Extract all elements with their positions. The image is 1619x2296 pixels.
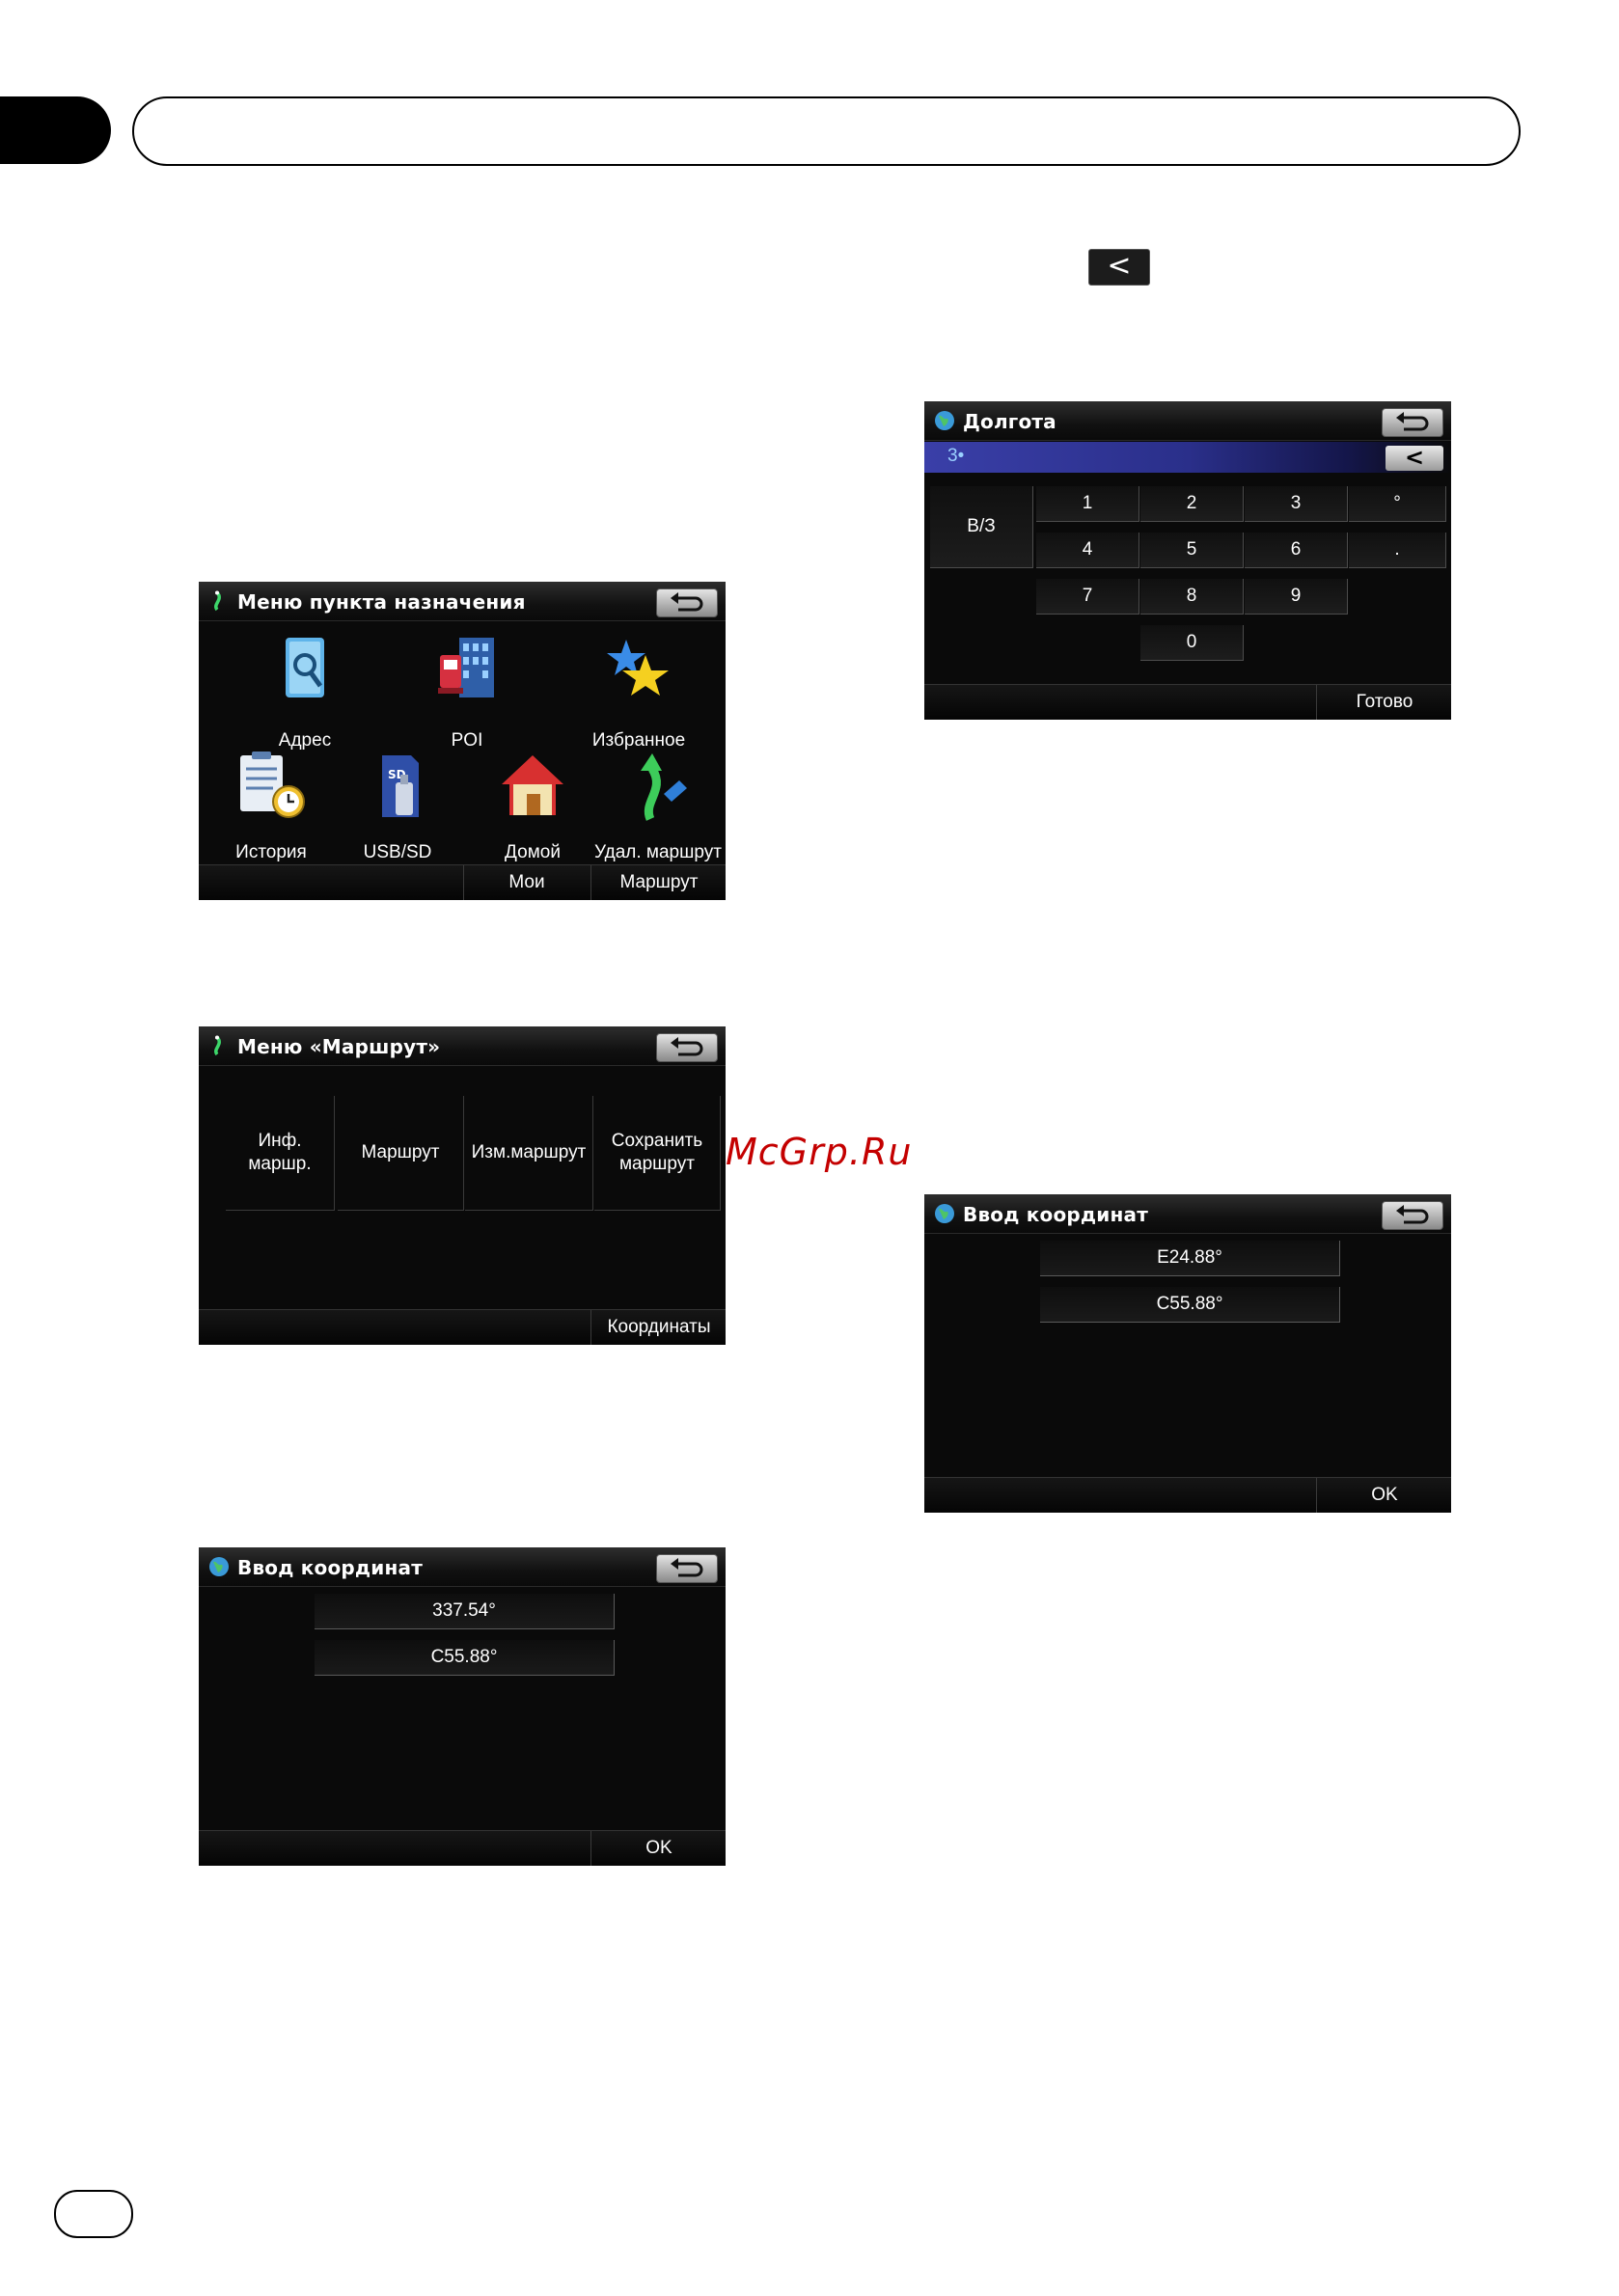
sd-card-icon: SD — [382, 755, 419, 817]
footer-bar: Готово — [924, 684, 1451, 720]
longitude-field[interactable]: E24.88° — [1040, 1241, 1340, 1276]
title-bar: Ввод координат — [924, 1194, 1451, 1234]
delete-route-item[interactable]: Удал. маршрут — [590, 750, 726, 865]
footer-bar: Мои маршруты Маршрут — [199, 864, 726, 900]
back-arrow-icon — [1396, 412, 1429, 431]
key-dot[interactable]: . — [1349, 533, 1446, 568]
screen-title: Долгота — [963, 410, 1056, 433]
history-clipboard-icon — [240, 752, 305, 818]
east-west-toggle[interactable]: В/З — [930, 486, 1033, 568]
key-8[interactable]: 8 — [1140, 579, 1244, 615]
latitude-field[interactable]: С55.88° — [315, 1640, 615, 1676]
my-routes-button[interactable]: Мои маршруты — [463, 865, 590, 900]
globe-icon — [935, 1204, 954, 1223]
coordinate-entry-screen: Ввод координат 337.54° С55.88° OK — [199, 1547, 726, 1866]
page-number-oval — [54, 2190, 133, 2238]
route-icon — [214, 590, 221, 612]
input-value: 3• — [947, 446, 965, 466]
back-button[interactable] — [1382, 408, 1443, 437]
route-button[interactable]: Маршрут — [338, 1096, 464, 1211]
screen-title: Меню пункта назначения — [237, 590, 526, 614]
coordinates-button[interactable]: Координаты — [590, 1310, 726, 1345]
back-arrow-icon — [671, 592, 703, 612]
key-degree[interactable]: ° — [1349, 486, 1446, 522]
done-button[interactable]: Готово — [1316, 685, 1451, 720]
back-arrow-icon — [1396, 1205, 1429, 1224]
title-bar: Ввод координат — [199, 1547, 726, 1587]
poi-icon — [438, 638, 494, 697]
backspace-key-illustration: < — [1088, 249, 1150, 286]
item-label: Удал. маршрут — [594, 842, 722, 862]
globe-icon — [935, 411, 954, 430]
route-button[interactable]: Маршрут — [590, 865, 726, 900]
back-button[interactable] — [656, 1554, 718, 1583]
screen-title: Ввод координат — [963, 1203, 1148, 1226]
route-delete-icon — [641, 753, 687, 821]
back-button[interactable] — [656, 588, 718, 617]
item-label: Домой — [505, 842, 561, 862]
key-3[interactable]: 3 — [1245, 486, 1348, 522]
title-bar: Меню пункта назначения — [199, 582, 726, 621]
usb-sd-item[interactable]: SD USB/SD — [340, 750, 455, 865]
star-icon — [607, 640, 669, 696]
longitude-input[interactable]: 3• — [924, 442, 1451, 473]
title-bar: Меню «Маршрут» — [199, 1026, 726, 1066]
footer-bar: Координаты — [199, 1309, 726, 1345]
key-2[interactable]: 2 — [1140, 486, 1244, 522]
favorites-item[interactable]: Избранное — [571, 634, 706, 759]
coordinate-entry-screen-result: Ввод координат E24.88° С55.88° OK — [924, 1194, 1451, 1513]
ok-button[interactable]: OK — [590, 1831, 726, 1866]
address-book-icon — [286, 638, 324, 697]
route-icon — [214, 1035, 221, 1056]
key-7[interactable]: 7 — [1036, 579, 1139, 615]
item-label: POI — [451, 730, 483, 751]
poi-item[interactable]: POI — [409, 634, 525, 759]
ok-button[interactable]: OK — [1316, 1478, 1451, 1513]
address-item[interactable]: Адрес — [247, 634, 363, 759]
longitude-keypad-screen: Долгота 3• < В/З 1 2 3 ° 4 5 6 . 7 8 9 0… — [924, 401, 1451, 720]
save-route-button[interactable]: Сохранить маршрут — [594, 1096, 721, 1211]
latitude-field[interactable]: С55.88° — [1040, 1287, 1340, 1323]
footer-bar: OK — [924, 1477, 1451, 1513]
history-item[interactable]: История — [218, 750, 324, 865]
watermark: McGrp.Ru — [726, 1131, 913, 1173]
footer-bar: OK — [199, 1830, 726, 1866]
back-button[interactable] — [656, 1033, 718, 1062]
key-1[interactable]: 1 — [1036, 486, 1139, 522]
home-item[interactable]: Домой — [475, 750, 590, 865]
route-info-button[interactable]: Инф. маршр. — [226, 1096, 335, 1211]
backspace-button[interactable]: < — [1386, 446, 1443, 471]
longitude-field[interactable]: 337.54° — [315, 1594, 615, 1629]
key-6[interactable]: 6 — [1245, 533, 1348, 568]
key-5[interactable]: 5 — [1140, 533, 1244, 568]
key-9[interactable]: 9 — [1245, 579, 1348, 615]
chapter-tab — [0, 96, 111, 164]
item-label: История — [235, 842, 307, 862]
screen-title: Меню «Маршрут» — [237, 1035, 441, 1058]
key-4[interactable]: 4 — [1036, 533, 1139, 568]
item-label: Избранное — [591, 730, 686, 751]
back-arrow-icon — [671, 1558, 703, 1577]
chapter-title-bar — [132, 96, 1521, 166]
globe-icon — [209, 1557, 229, 1576]
home-icon — [502, 755, 563, 815]
screen-title: Ввод координат — [237, 1556, 423, 1579]
title-bar: Долгота — [924, 401, 1451, 441]
item-label: Адрес — [278, 730, 332, 751]
item-label: USB/SD — [363, 842, 432, 862]
route-menu-screen: Меню «Маршрут» Инф. маршр. Маршрут Изм.м… — [199, 1026, 726, 1345]
back-button[interactable] — [1382, 1201, 1443, 1230]
back-arrow-icon — [671, 1037, 703, 1056]
destination-menu-screen: Меню пункта назначения Адрес POI Избранн… — [199, 582, 726, 900]
edit-route-button[interactable]: Изм.маршрут — [465, 1096, 593, 1211]
key-0[interactable]: 0 — [1140, 625, 1244, 661]
